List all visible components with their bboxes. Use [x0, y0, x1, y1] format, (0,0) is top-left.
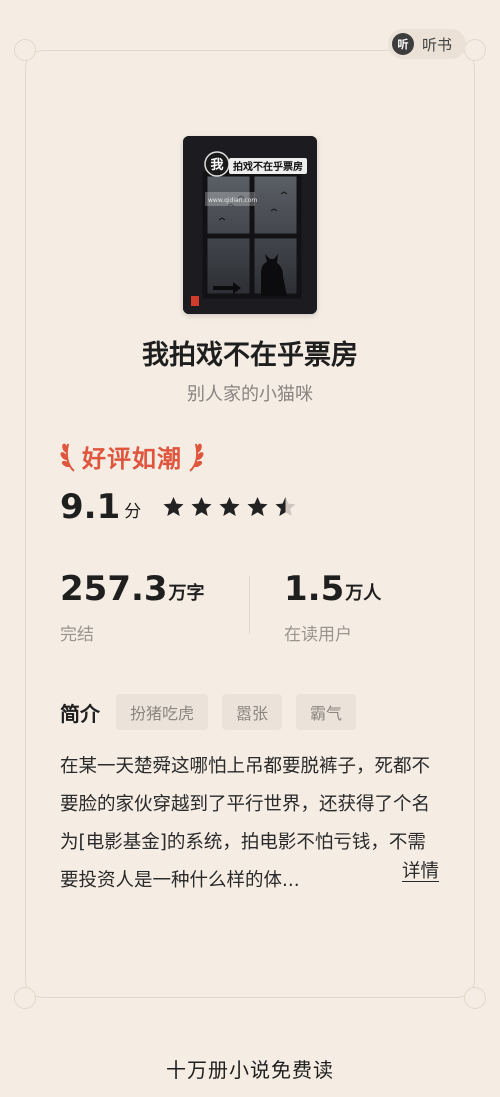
badge-label: 好评如潮: [82, 444, 182, 473]
readers-label: 在读用户: [284, 625, 352, 645]
star-icon: [191, 497, 212, 516]
footer-slogan: 十万册小说免费读: [166, 1058, 334, 1082]
stat-readers: 1.5 万人 在读用户: [284, 572, 381, 645]
star-icon: [275, 497, 296, 516]
book-description: 在某一天楚舜这哪怕上吊都要脱裤子，死都不要脸的家伙穿越到了平行世界，还获得了个名…: [60, 756, 431, 891]
cover-art: 我 拍戏不在乎票房 www.qidian.com: [183, 136, 317, 314]
cover-website: www.qidian.com: [208, 197, 257, 204]
star-icon: [219, 497, 240, 516]
book-author[interactable]: 别人家的小猫咪: [0, 380, 500, 406]
laurel-left-icon: [60, 443, 75, 472]
cover-title-text: 拍戏不在乎票房: [233, 160, 303, 173]
details-link[interactable]: 详情: [402, 857, 439, 883]
words-value: 257.3: [60, 569, 168, 609]
intro-header: 简介 扮猪吃虎 嚣张 霸气: [60, 694, 357, 730]
score-row: 9.1 分: [60, 490, 298, 524]
headphone-icon: 听: [391, 33, 414, 55]
score-value: 9.1: [60, 487, 121, 527]
book-cover[interactable]: 我 拍戏不在乎票房 www.qidian.com: [183, 136, 317, 314]
words-unit: 万字: [168, 583, 205, 604]
book-title: 我拍戏不在乎票房: [142, 340, 358, 371]
stat-divider: [249, 576, 250, 634]
listen-button[interactable]: 听 听书: [387, 29, 466, 59]
tag[interactable]: 霸气: [296, 694, 357, 730]
stat-words: 257.3 万字 完结: [60, 572, 205, 645]
rating-badge: 好评如潮: [60, 438, 204, 474]
intro-label: 简介: [60, 701, 100, 726]
star-icon: [247, 497, 268, 516]
listen-label: 听书: [421, 35, 452, 54]
readers-unit: 万人: [345, 583, 382, 604]
laurel-right-icon: [189, 443, 204, 472]
star-rating: [161, 495, 298, 519]
star-icon: [163, 497, 184, 516]
tag[interactable]: 扮猪吃虎: [116, 694, 209, 730]
cover-title-mark: 我: [210, 157, 223, 173]
score-unit: 分: [124, 502, 142, 522]
readers-value: 1.5: [284, 569, 345, 609]
tag[interactable]: 嚣张: [222, 694, 283, 730]
words-label: 完结: [60, 625, 94, 645]
